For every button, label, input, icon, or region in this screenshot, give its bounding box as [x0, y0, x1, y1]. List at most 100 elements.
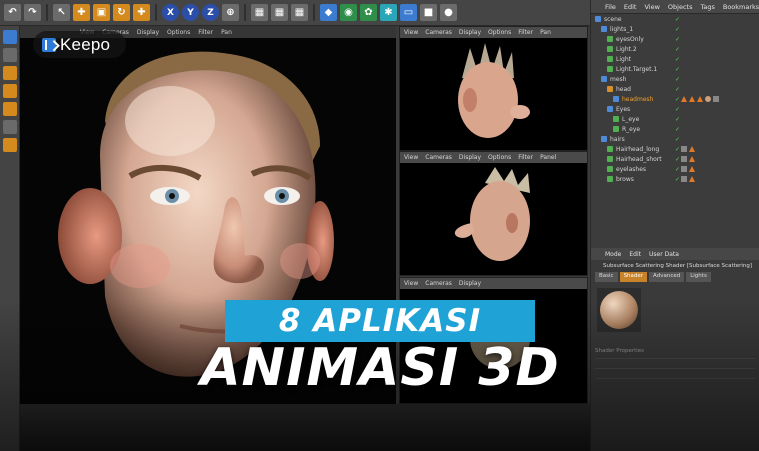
visibility-check-icon[interactable]: ✓ [675, 166, 680, 173]
visibility-check-icon[interactable]: ✓ [675, 56, 680, 63]
subdivision-icon[interactable]: ◉ [340, 4, 357, 21]
om-menu-file[interactable]: File [605, 3, 616, 11]
coordinate-system-icon[interactable]: ⊕ [222, 4, 239, 21]
object-row[interactable]: head ✓ [591, 84, 759, 94]
vp1-menu-filter[interactable]: Filter [518, 29, 533, 36]
tag-icon[interactable] [689, 146, 695, 152]
object-row[interactable]: mesh ✓ [591, 74, 759, 84]
right-viewport-middle[interactable]: View Cameras Display Options Filter Pane… [399, 151, 588, 276]
tag-icon[interactable] [689, 176, 695, 182]
object-row[interactable]: eyesOnly ✓ [591, 34, 759, 44]
tag-icon[interactable] [697, 96, 703, 102]
vp2-menu-display[interactable]: Display [459, 154, 481, 161]
scale-tool-icon[interactable]: ▣ [93, 4, 110, 21]
tag-icon[interactable] [681, 156, 687, 162]
tag-icon[interactable] [713, 96, 719, 102]
visibility-check-icon[interactable]: ✓ [675, 136, 680, 143]
visibility-check-icon[interactable]: ✓ [675, 156, 680, 163]
move-tool-icon[interactable]: ✚ [73, 4, 90, 21]
vp2-menu-panel[interactable]: Panel [540, 154, 556, 161]
tab-advanced[interactable]: Advanced [649, 272, 685, 282]
object-row[interactable]: Light ✓ [591, 54, 759, 64]
object-row[interactable]: headmesh ✓ [591, 94, 759, 104]
vp-menu-options[interactable]: Options [167, 29, 190, 36]
object-row[interactable]: brows ✓ [591, 174, 759, 184]
vp1-menu-pan[interactable]: Pan [540, 29, 551, 36]
om-menu-view[interactable]: View [644, 3, 659, 11]
object-row[interactable]: R_eye ✓ [591, 124, 759, 134]
vp2-menu-view[interactable]: View [404, 154, 418, 161]
z-axis-icon[interactable]: Z [202, 4, 219, 21]
vp3-menu-cameras[interactable]: Cameras [425, 280, 452, 287]
model-mode-icon[interactable] [3, 30, 17, 44]
render-view-icon[interactable]: ▦ [251, 4, 268, 21]
visibility-check-icon[interactable]: ✓ [675, 126, 680, 133]
object-tags[interactable] [681, 166, 695, 172]
am-menu-edit[interactable]: Edit [629, 251, 641, 258]
axis-mode-icon[interactable] [3, 120, 17, 134]
cloner-icon[interactable]: ✿ [360, 4, 377, 21]
right-viewport-top[interactable]: View Cameras Display Options Filter Pan [399, 26, 588, 151]
object-tags[interactable] [681, 146, 695, 152]
om-menu-edit[interactable]: Edit [624, 3, 637, 11]
tag-icon[interactable] [681, 146, 687, 152]
om-menu-objects[interactable]: Objects [668, 3, 693, 11]
redo-icon[interactable]: ↷ [24, 4, 41, 21]
om-menu-tags[interactable]: Tags [700, 3, 714, 11]
visibility-check-icon[interactable]: ✓ [675, 146, 680, 153]
tag-icon[interactable] [689, 156, 695, 162]
visibility-check-icon[interactable]: ✓ [675, 116, 680, 123]
tag-icon[interactable] [681, 176, 687, 182]
object-row[interactable]: hairs ✓ [591, 134, 759, 144]
x-axis-icon[interactable]: X [162, 4, 179, 21]
object-row[interactable]: Hairhead_long ✓ [591, 144, 759, 154]
tag-icon[interactable] [689, 96, 695, 102]
rotate-tool-icon[interactable]: ↻ [113, 4, 130, 21]
visibility-check-icon[interactable]: ✓ [675, 66, 680, 73]
visibility-check-icon[interactable]: ✓ [675, 106, 680, 113]
visibility-check-icon[interactable]: ✓ [675, 26, 680, 33]
vp2-menu-cameras[interactable]: Cameras [425, 154, 452, 161]
material-preview[interactable] [597, 288, 641, 332]
vp2-menu-filter[interactable]: Filter [518, 154, 533, 161]
points-mode-icon[interactable] [3, 66, 17, 80]
vp1-menu-cameras[interactable]: Cameras [425, 29, 452, 36]
polygons-mode-icon[interactable] [3, 102, 17, 116]
vp1-menu-view[interactable]: View [404, 29, 418, 36]
visibility-check-icon[interactable]: ✓ [675, 96, 680, 103]
y-axis-icon[interactable]: Y [182, 4, 199, 21]
am-menu-user-data[interactable]: User Data [649, 251, 679, 258]
tag-icon[interactable] [689, 166, 695, 172]
object-row[interactable]: Light.2 ✓ [591, 44, 759, 54]
visibility-check-icon[interactable]: ✓ [675, 16, 680, 23]
vp3-menu-display[interactable]: Display [459, 280, 481, 287]
visibility-check-icon[interactable]: ✓ [675, 176, 680, 183]
edges-mode-icon[interactable] [3, 84, 17, 98]
tag-icon[interactable] [681, 96, 687, 102]
visibility-check-icon[interactable]: ✓ [675, 86, 680, 93]
vp1-menu-display[interactable]: Display [459, 29, 481, 36]
camera-icon[interactable]: ■ [420, 4, 437, 21]
render-picture-viewer-icon[interactable]: ▦ [271, 4, 288, 21]
object-row[interactable]: Light.Target.1 ✓ [591, 64, 759, 74]
vp-menu-display[interactable]: Display [137, 29, 159, 36]
select-tool-icon[interactable]: ↖ [53, 4, 70, 21]
am-menu-mode[interactable]: Mode [605, 251, 621, 258]
object-row[interactable]: Hairhead_short ✓ [591, 154, 759, 164]
texture-mode-icon[interactable] [3, 48, 17, 62]
tab-lights[interactable]: Lights [686, 272, 711, 282]
visibility-check-icon[interactable]: ✓ [675, 76, 680, 83]
vp3-menu-view[interactable]: View [404, 280, 418, 287]
snap-icon[interactable] [3, 138, 17, 152]
object-tags[interactable] [681, 96, 719, 102]
vp1-menu-options[interactable]: Options [488, 29, 511, 36]
light-icon[interactable]: ● [440, 4, 457, 21]
vp-menu-pan[interactable]: Pan [221, 29, 232, 36]
visibility-check-icon[interactable]: ✓ [675, 36, 680, 43]
material-tag-icon[interactable] [705, 96, 711, 102]
om-menu-bookmarks[interactable]: Bookmarks [723, 3, 759, 11]
cube-primitive-icon[interactable]: ◆ [320, 4, 337, 21]
object-row[interactable]: lights_1 ✓ [591, 24, 759, 34]
tab-shader[interactable]: Shader [619, 272, 648, 282]
recent-tool-icon[interactable]: ✚ [133, 4, 150, 21]
